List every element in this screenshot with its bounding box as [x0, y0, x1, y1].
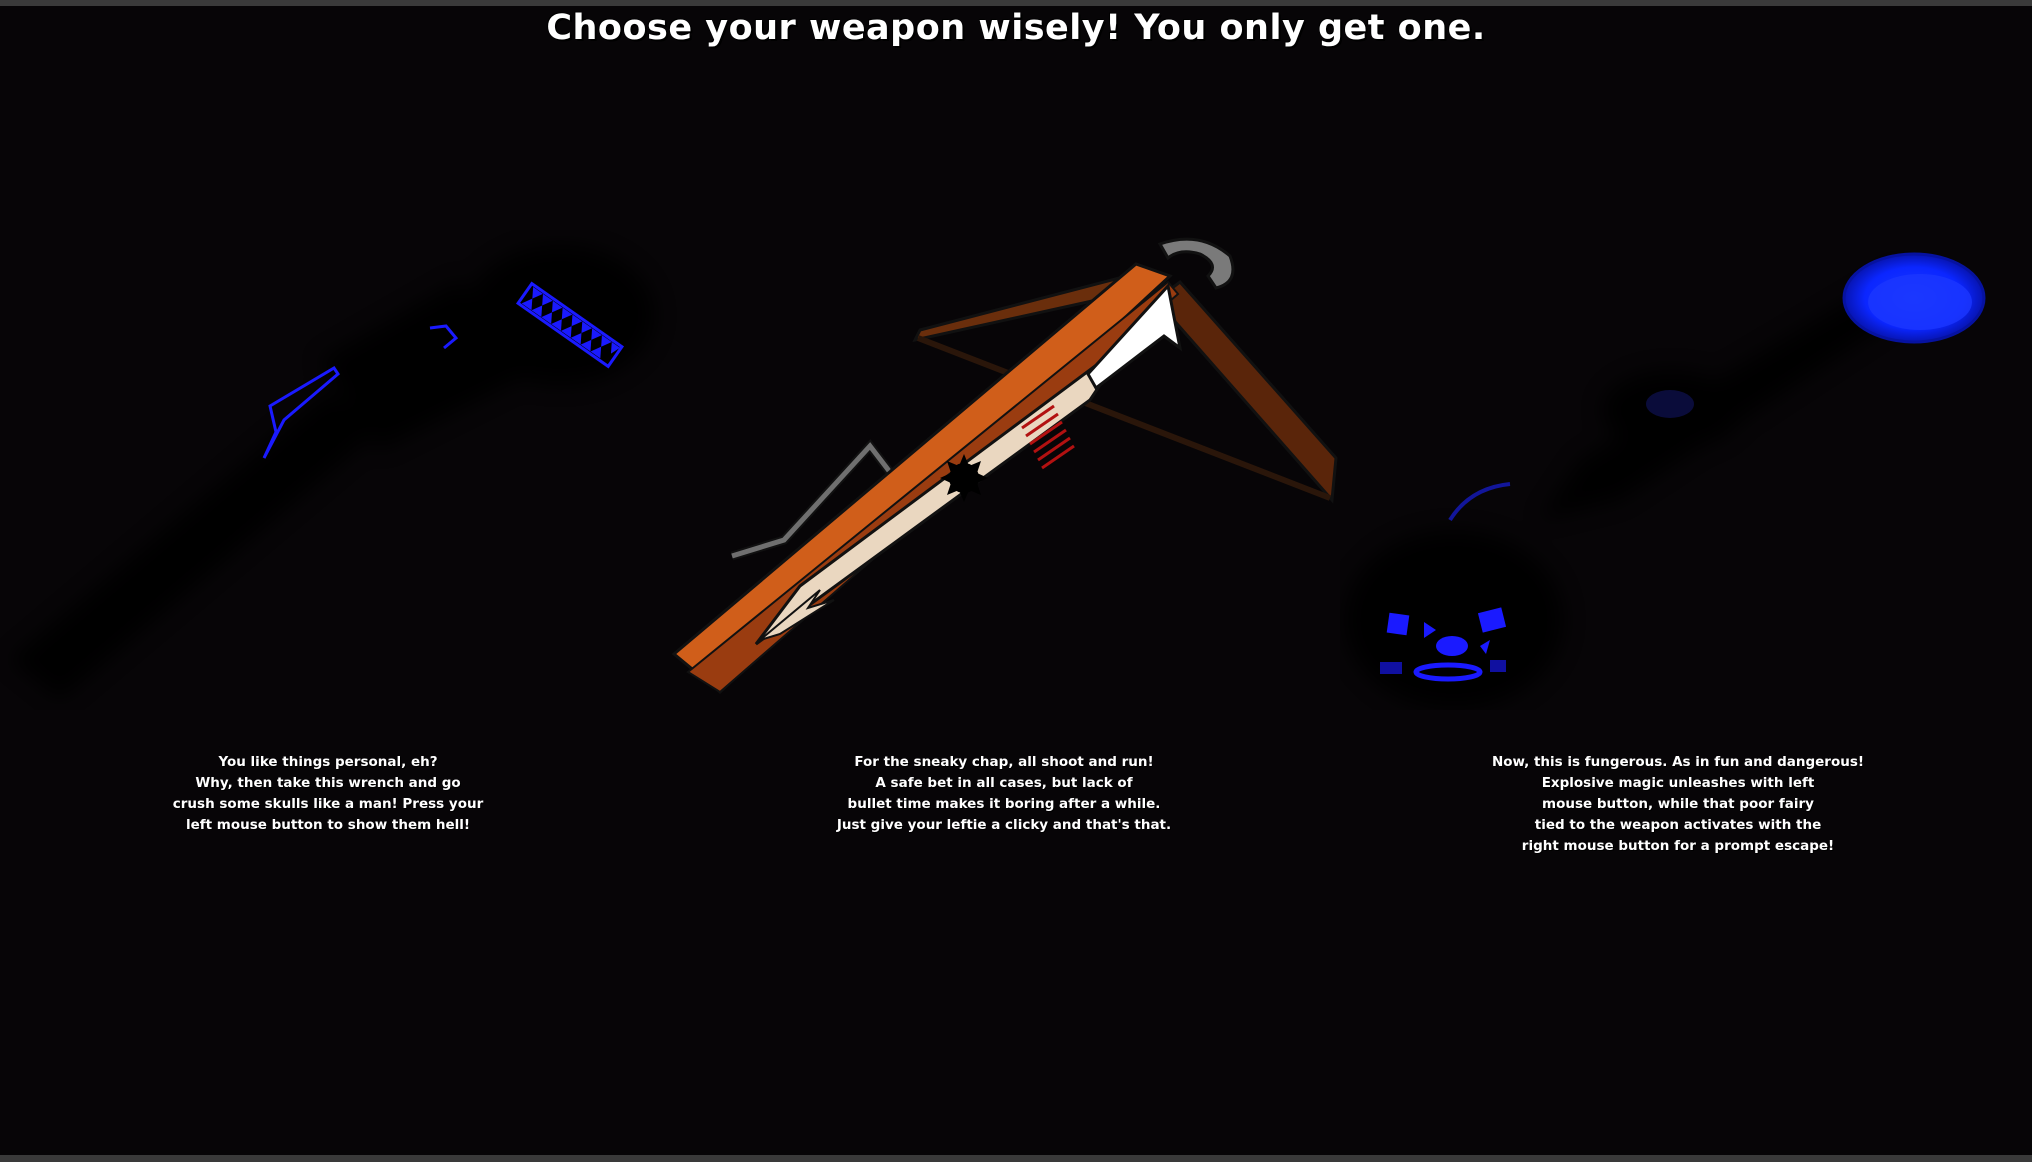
window-top-border [0, 0, 2032, 6]
staff-description-line: Now, this is fungerous. As in fun and da… [1491, 754, 1865, 770]
wrench-description-line: Why, then take this wrench and go [195, 775, 461, 791]
staff-description: Now, this is fungerous. As in fun and da… [1478, 752, 1878, 857]
crossbow-description-line: bullet time makes it boring after a whil… [847, 796, 1161, 812]
staff-description-line: right mouse button for a prompt escape! [1521, 838, 1835, 854]
weapon-option-staff[interactable] [1340, 230, 2032, 710]
crossbow-icon [671, 237, 1338, 694]
crossbow-description: For the sneaky chap, all shoot and run! … [804, 752, 1204, 836]
window-bottom-border [0, 1155, 2032, 1162]
wrench-description-line: crush some skulls like a man! Press your [172, 796, 484, 812]
page-title: Choose your weapon wisely! You only get … [546, 8, 1486, 48]
staff-description-line: mouse button, while that poor fairy [1542, 796, 1814, 812]
staff-description-line: Explosive magic unleashes with left [1541, 775, 1815, 791]
crossbow-description-line: Just give your leftie a clicky and that'… [836, 817, 1172, 833]
weapon-option-wrench[interactable] [0, 230, 680, 710]
wrench-description-line: You like things personal, eh? [218, 754, 438, 770]
wrench-icon [10, 245, 655, 700]
wrench-description-line: left mouse button to show them hell! [185, 817, 471, 833]
crossbow-description-line: For the sneaky chap, all shoot and run! [854, 754, 1154, 770]
crossbow-description-line: A safe bet in all cases, but lack of [875, 775, 1133, 791]
magic-staff-icon [1344, 252, 1986, 710]
weapon-option-crossbow[interactable] [660, 230, 1360, 710]
staff-description-line: tied to the weapon activates with the [1534, 817, 1822, 833]
wrench-description: You like things personal, eh? Why, then … [128, 752, 528, 836]
weapon-select-screen: Choose your weapon wisely! You only get … [0, 0, 2032, 1162]
